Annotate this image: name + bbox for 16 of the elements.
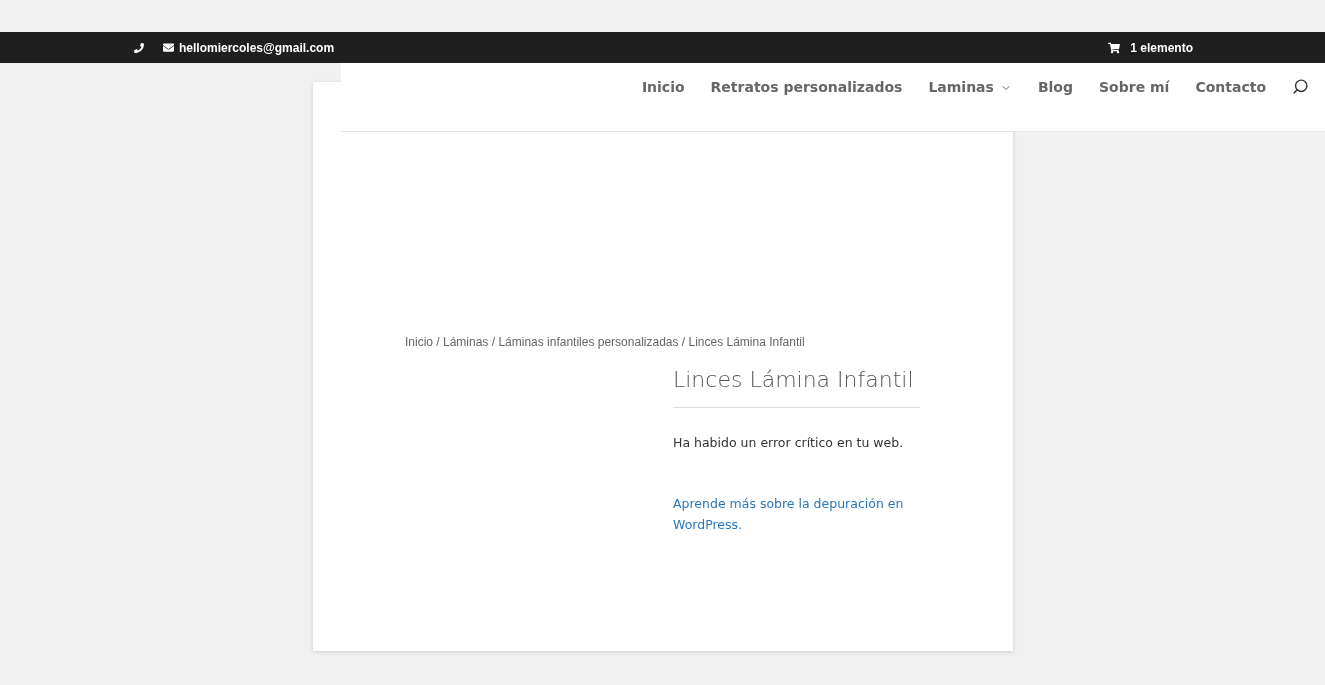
email-address[interactable]: hellomiercoles@gmail.com <box>179 38 335 57</box>
nav-link[interactable]: Retratos personalizados <box>710 77 903 98</box>
nav-link[interactable]: Sobre mí <box>1099 77 1170 98</box>
breadcrumb: Inicio / Láminas / Láminas infantiles personalizadas / Linces Lámina Infantil <box>405 334 805 351</box>
nav-link[interactable]: Blog <box>1037 77 1073 98</box>
nav-link[interactable]: Contacto <box>1195 77 1266 98</box>
nav-link[interactable]: Laminas <box>928 77 1012 98</box>
error-message: Ha habido un error crítico en tu web. <box>673 434 905 452</box>
cart-count[interactable]: 1 elemento <box>1130 38 1193 57</box>
search-icon[interactable] <box>1292 78 1309 95</box>
email-icon <box>163 42 174 53</box>
debugging-link[interactable]: Aprende más sobre la depuración en WordPress. <box>673 492 920 535</box>
cart-icon <box>1108 41 1121 54</box>
phone-icon <box>134 42 144 53</box>
product-title: Linces Lámina Infantil <box>673 365 920 408</box>
nav-link[interactable]: Inicio <box>641 77 685 98</box>
